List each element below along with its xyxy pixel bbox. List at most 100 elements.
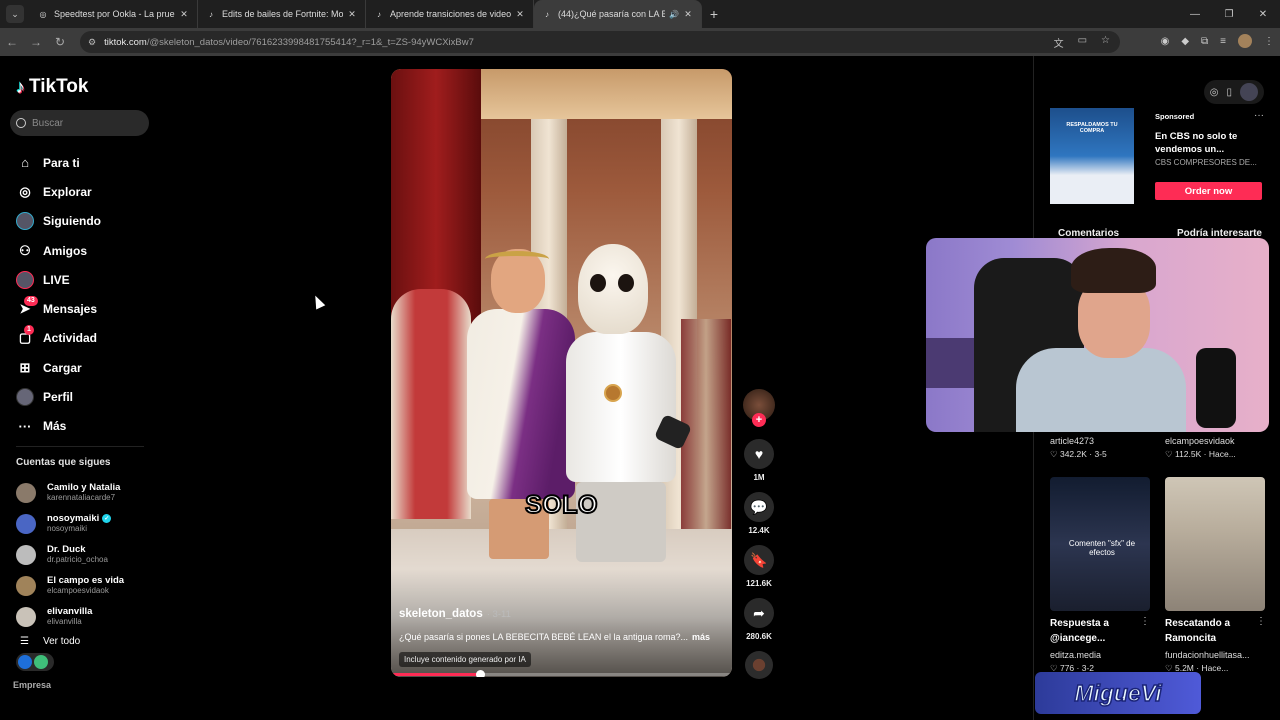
- profile-avatar[interactable]: [1238, 34, 1252, 48]
- new-tab-button[interactable]: +: [702, 6, 726, 22]
- search-placeholder: Buscar: [32, 117, 64, 129]
- forward-icon[interactable]: →: [24, 35, 48, 49]
- menu-item-mensajes[interactable]: ➤ 43 Mensajes: [16, 294, 156, 323]
- account-name: Dr. Duck: [47, 543, 86, 555]
- close-icon[interactable]: ✕: [179, 9, 189, 20]
- order-now-button[interactable]: Order now: [1155, 182, 1262, 200]
- translate-icon[interactable]: 文: [1054, 35, 1064, 50]
- more-options-icon[interactable]: ⋮: [1256, 616, 1266, 627]
- video-card-meta[interactable]: editza.media ♡ 776 · 3-2: [1050, 650, 1101, 674]
- ad-advertiser: CBS COMPRESORES DE...: [1155, 158, 1257, 167]
- following-account[interactable]: Camilo y Natalia karennataliacarde7: [16, 477, 156, 508]
- device-icon[interactable]: ▯: [1226, 87, 1232, 98]
- close-icon[interactable]: ✕: [683, 9, 693, 20]
- menu-item-actividad[interactable]: ▢ 1 Actividad: [16, 324, 156, 353]
- menu-label: Perfil: [43, 390, 74, 405]
- follow-plus-icon[interactable]: +: [752, 413, 766, 427]
- progress-handle[interactable]: [475, 670, 485, 677]
- like-button[interactable]: ♥ 1M: [742, 439, 776, 482]
- menu-item-mas[interactable]: ··· Más: [16, 412, 156, 441]
- send-icon: ➤ 43: [16, 296, 38, 318]
- tiktok-note-icon: ♪: [16, 76, 25, 97]
- friends-icon: ⚇: [19, 242, 31, 258]
- browser-tab[interactable]: ♪ Aprende transiciones de video ✕: [366, 0, 534, 28]
- browser-tab-active[interactable]: ♪ (44)¿Qué pasaría con LA BE 🔊 ✕: [534, 0, 702, 28]
- video-card-meta[interactable]: article4273 ♡ 342.2K · 3-5: [1050, 436, 1107, 460]
- video-player[interactable]: SOLO skeleton_datos · 3-11 ¿Qué pasaría s…: [391, 69, 732, 677]
- video-progress-bar[interactable]: [391, 670, 732, 677]
- close-icon[interactable]: ✕: [347, 9, 357, 20]
- menu-item-cargar[interactable]: ⊞ Cargar: [16, 353, 156, 382]
- company-section-title: Empresa: [13, 680, 52, 690]
- speaker-icon[interactable]: 🔊: [669, 10, 679, 19]
- creator-avatar[interactable]: +: [743, 389, 775, 427]
- minimize-icon[interactable]: —: [1178, 0, 1212, 28]
- ad-thumbnail[interactable]: RESPALDAMOS TU COMPRA: [1050, 108, 1134, 204]
- list-icon: ☰: [20, 636, 29, 647]
- see-all-button[interactable]: ☰ Ver todo: [20, 636, 80, 647]
- following-list: Camilo y Natalia karennataliacarde7 noso…: [16, 477, 156, 632]
- following-account[interactable]: elivanvilla elivanvilla: [16, 601, 156, 632]
- comment-button[interactable]: 💬 12.4K: [742, 492, 776, 535]
- following-account[interactable]: Dr. Duck dr.patricio_ochoa: [16, 539, 156, 570]
- description-text: ¿Qué pasaría si pones LA BEBECITA BEBÉ L…: [399, 632, 688, 642]
- following-account[interactable]: nosoymaiki ✓ nosoymaiki: [16, 508, 156, 539]
- share-count: 280.6K: [746, 632, 772, 641]
- video-scene: [391, 289, 471, 519]
- save-button[interactable]: 🔖 121.6K: [742, 545, 776, 588]
- avatar[interactable]: [1240, 83, 1258, 101]
- back-icon[interactable]: ←: [0, 35, 24, 49]
- share-icon: ➦: [744, 598, 774, 628]
- menu-label: Amigos: [43, 243, 88, 258]
- video-thumbnail[interactable]: [1165, 477, 1265, 611]
- browser-tab[interactable]: ◎ Speedtest por Ookla - La prueba ✕: [30, 0, 198, 28]
- media-controls-icon[interactable]: ≡: [1220, 36, 1226, 47]
- extension-icon[interactable]: ◆: [1181, 36, 1189, 47]
- menu-item-para-ti[interactable]: ⌂ Para ti: [16, 148, 156, 177]
- restore-icon[interactable]: ❐: [1212, 0, 1246, 28]
- tiktok-logo[interactable]: ♪ TikTok: [16, 76, 88, 98]
- url-bar[interactable]: ⚙ tiktok.com/@skeleton_datos/video/76162…: [80, 31, 1120, 53]
- menu-item-perfil[interactable]: Perfil: [16, 382, 156, 411]
- video-card-meta[interactable]: elcampoesvidaok ♡ 112.5K · Hace...: [1165, 436, 1236, 460]
- browser-tab-bar: ⌄ ◎ Speedtest por Ookla - La prueba ✕ ♪ …: [0, 0, 1280, 28]
- video-caption-overlay: SOLO: [524, 490, 598, 520]
- card-title[interactable]: Respuesta a @iancege...: [1050, 616, 1142, 646]
- menu-item-live[interactable]: LIVE: [16, 265, 156, 294]
- tab-search-dropdown[interactable]: ⌄: [6, 5, 24, 23]
- share-button[interactable]: ➦ 280.6K: [742, 598, 776, 641]
- video-description: ¿Qué pasaría si pones LA BEBECITA BEBÉ L…: [399, 632, 729, 642]
- menu-item-siguiendo[interactable]: Siguiendo: [16, 207, 156, 236]
- bookmark-star-icon[interactable]: ☆: [1101, 35, 1110, 50]
- puzzle-icon[interactable]: ⧉: [1201, 36, 1208, 47]
- kebab-menu-icon[interactable]: ⋮: [1264, 36, 1274, 47]
- close-window-icon[interactable]: ✕: [1246, 0, 1280, 28]
- browser-tab[interactable]: ♪ Edits de bailes de Fortnite: Mon ✕: [198, 0, 366, 28]
- video-thumbnail[interactable]: Comenten "sfx" de efectos: [1050, 477, 1150, 611]
- compass-icon[interactable]: ◎: [1210, 87, 1219, 98]
- activity-icon: ▢ 1: [16, 325, 34, 347]
- menu-item-explorar[interactable]: ◎ Explorar: [16, 177, 156, 206]
- extension-icon[interactable]: ◉: [1161, 36, 1170, 47]
- reload-icon[interactable]: ↻: [48, 35, 72, 49]
- mini-player-toggle[interactable]: [16, 653, 54, 671]
- more-options-icon[interactable]: ···: [1254, 110, 1264, 121]
- video-card-meta[interactable]: fundacionhuellitasa... ♡ 5.2M · Hace...: [1165, 650, 1250, 674]
- messages-badge: 43: [24, 296, 38, 307]
- more-options-icon[interactable]: ⋮: [1140, 616, 1150, 627]
- video-author[interactable]: skeleton_datos · 3-11: [399, 608, 511, 620]
- menu-label: Mensajes: [43, 302, 98, 317]
- card-title[interactable]: Rescatando a Ramoncita: [1165, 616, 1257, 646]
- tab-title: Speedtest por Ookla - La prueba: [54, 9, 175, 19]
- following-account[interactable]: El campo es vida elcampoesvidaok: [16, 570, 156, 601]
- cast-icon[interactable]: ▭: [1078, 35, 1087, 50]
- site-info-icon[interactable]: ⚙: [88, 37, 96, 48]
- author-name: skeleton_datos: [399, 608, 483, 620]
- search-input[interactable]: Buscar: [10, 110, 149, 136]
- sponsored-ad[interactable]: RESPALDAMOS TU COMPRA Sponsored ··· En C…: [1050, 108, 1264, 204]
- close-icon[interactable]: ✕: [515, 9, 525, 20]
- more-icon: ···: [18, 418, 32, 434]
- menu-item-amigos[interactable]: ⚇ Amigos: [16, 236, 156, 265]
- more-link[interactable]: más: [692, 632, 710, 642]
- music-disc-icon[interactable]: [745, 651, 773, 679]
